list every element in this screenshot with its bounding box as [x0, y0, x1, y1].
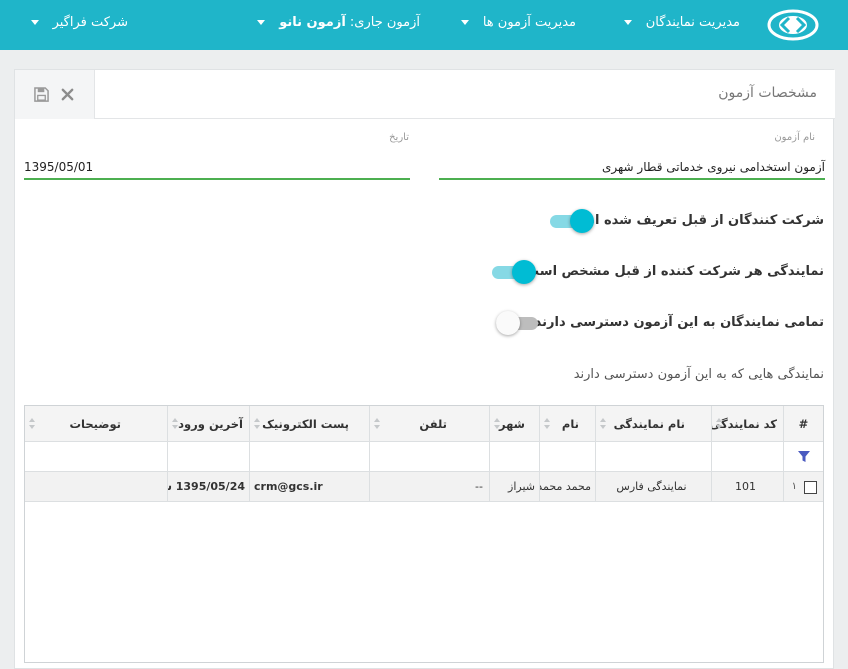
filter-email[interactable] — [249, 442, 369, 471]
logo-icon[interactable] — [766, 7, 820, 43]
col-header-index[interactable]: # — [783, 406, 823, 441]
filter-code[interactable] — [711, 442, 783, 471]
col-header-phone[interactable]: تلفن — [369, 406, 489, 441]
nav-current-exam[interactable]: آزمون جاری: آزمون نانو — [257, 0, 420, 46]
toggle-row-agency: نمایندگی هر شرکت کننده از قبل مشخص است — [484, 260, 824, 284]
chevron-down-icon — [257, 20, 266, 25]
sort-icon[interactable] — [374, 418, 381, 430]
panel-toolbar — [15, 70, 95, 119]
row-checkbox[interactable] — [804, 481, 817, 494]
current-exam-value: آزمون نانو — [279, 15, 346, 30]
toggle-agency-label: نمایندگی هر شرکت کننده از قبل مشخص است — [526, 264, 824, 279]
company-label: شرکت فراگیر — [52, 15, 128, 30]
col-header-email[interactable]: پست الکترونیک — [249, 406, 369, 441]
toggle-participants-label: شرکت کنندگان از قبل تعریف شده اند — [582, 213, 824, 228]
all-agencies-access-switch[interactable] — [496, 311, 540, 335]
filter-agency[interactable] — [595, 442, 711, 471]
grid-filter-row — [25, 442, 823, 472]
nav-users-menu[interactable]: مدیریت نمایندگان — [623, 0, 740, 46]
sort-icon[interactable] — [716, 418, 723, 430]
col-header-agency[interactable]: نام نمایندگی — [595, 406, 711, 441]
toggle-all-access-label: تمامی نمایندگان به این آزمون دسترسی دارن… — [534, 315, 824, 330]
col-header-name[interactable]: نام — [539, 406, 595, 441]
col-header-code[interactable]: کد نمایندگی — [711, 406, 783, 441]
sort-icon[interactable] — [29, 418, 36, 430]
agencies-grid: # کد نمایندگی نام نمایندگی نام شهر تلفن … — [24, 405, 824, 663]
nav-exams-label: مدیریت آزمون ها — [482, 15, 576, 30]
exam-name-field[interactable]: آزمون استخدامی نیروی خدماتی قطار شهری — [439, 154, 825, 180]
cell-code: 101 — [711, 472, 783, 501]
nav-users-label: مدیریت نمایندگان — [645, 15, 740, 30]
save-icon[interactable] — [34, 87, 49, 102]
cell-email: crm@gcs.ir — [249, 472, 369, 501]
col-header-city[interactable]: شهر — [489, 406, 539, 441]
table-row[interactable]: ۱ 101 نمایندگی فارس محمد محمد شیراز -- c… — [25, 472, 823, 502]
close-icon[interactable] — [60, 87, 75, 102]
panel-header: مشخصات آزمون — [15, 70, 835, 119]
sort-icon[interactable] — [172, 418, 179, 430]
row-select-cell[interactable]: ۱ — [783, 472, 823, 501]
top-navbar: مدیریت نمایندگان مدیریت آزمون ها آزمون ج… — [0, 0, 848, 50]
cell-last-login: 1395/05/24 ساعت — [167, 472, 249, 501]
current-exam-label: آزمون جاری: — [349, 15, 420, 30]
cell-city: شیراز — [489, 472, 539, 501]
cell-notes — [25, 472, 167, 501]
agency-predefined-switch[interactable] — [492, 260, 536, 284]
chevron-down-icon — [623, 20, 632, 25]
filter-city[interactable] — [489, 442, 539, 471]
sort-icon[interactable] — [544, 418, 551, 430]
nav-company-menu[interactable]: شرکت فراگیر — [30, 0, 128, 46]
toggle-row-participants: شرکت کنندگان از قبل تعریف شده اند — [524, 209, 824, 233]
date-field[interactable]: 1395/05/01 — [24, 154, 410, 180]
filter-icon[interactable] — [798, 451, 810, 463]
filter-last-login[interactable] — [167, 442, 249, 471]
col-header-notes[interactable]: توضیحات — [25, 406, 167, 441]
cell-phone: -- — [369, 472, 489, 501]
col-header-last-login[interactable]: آخرین ورود — [167, 406, 249, 441]
cell-agency: نمایندگی فارس — [595, 472, 711, 501]
sort-icon[interactable] — [254, 418, 261, 430]
date-label: تاریخ — [389, 132, 409, 143]
agencies-section-title: نمایندگی هایی که به این آزمون دسترسی دار… — [573, 367, 824, 382]
filter-name[interactable] — [539, 442, 595, 471]
filter-icon-cell[interactable] — [783, 442, 823, 471]
filter-phone[interactable] — [369, 442, 489, 471]
chevron-down-icon — [460, 20, 469, 25]
panel-title: مشخصات آزمون — [718, 85, 817, 101]
chevron-down-icon — [30, 20, 39, 25]
grid-header-row: # کد نمایندگی نام نمایندگی نام شهر تلفن … — [25, 406, 823, 442]
filter-notes[interactable] — [25, 442, 167, 471]
participants-predefined-switch[interactable] — [550, 209, 594, 233]
toggle-row-all-access: تمامی نمایندگان به این آزمون دسترسی دارن… — [484, 311, 824, 335]
nav-exams-menu[interactable]: مدیریت آزمون ها — [460, 0, 576, 46]
exam-name-label: نام آزمون — [774, 132, 815, 143]
sort-icon[interactable] — [494, 418, 501, 430]
cell-name: محمد محمد — [539, 472, 595, 501]
sort-icon[interactable] — [600, 418, 607, 430]
row-index: ۱ — [791, 481, 797, 492]
